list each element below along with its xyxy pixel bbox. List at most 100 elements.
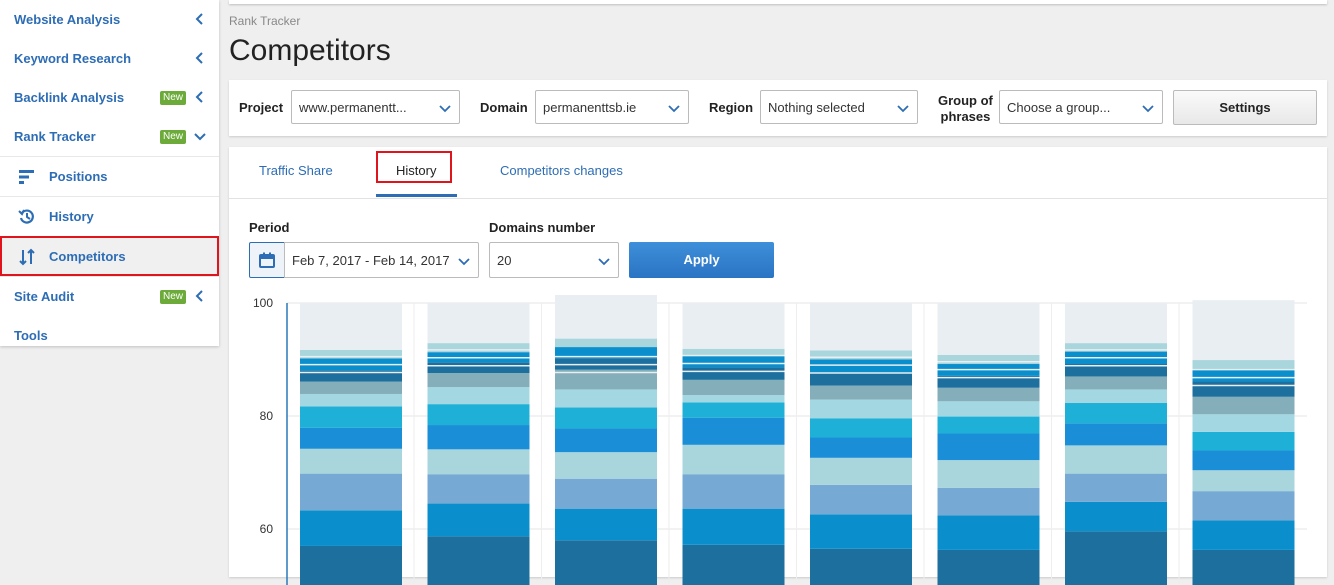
- bar-segment[interactable]: [1192, 450, 1295, 471]
- bar-segment[interactable]: [682, 544, 785, 585]
- bar-stack[interactable]: [427, 303, 530, 585]
- bar-segment[interactable]: [427, 303, 530, 344]
- bar-segment[interactable]: [1065, 445, 1167, 474]
- bar-segment[interactable]: [300, 510, 402, 546]
- bar-segment[interactable]: [1065, 376, 1167, 390]
- sidebar-item-competitors[interactable]: Competitors: [0, 236, 219, 276]
- bar-segment[interactable]: [1192, 549, 1295, 585]
- bar-segment[interactable]: [810, 418, 912, 438]
- bar-segment[interactable]: [427, 536, 530, 585]
- bar-segment[interactable]: [1192, 360, 1295, 370]
- domain-select[interactable]: permanenttsb.ie: [535, 90, 689, 124]
- breadcrumb[interactable]: Rank Tracker: [229, 14, 300, 28]
- bar-segment[interactable]: [1065, 403, 1167, 424]
- bar-segment[interactable]: [300, 427, 402, 449]
- bar-segment[interactable]: [682, 303, 785, 349]
- bar-segment[interactable]: [810, 385, 912, 400]
- nav-website-analysis[interactable]: Website Analysis: [0, 0, 219, 39]
- bar-segment[interactable]: [427, 503, 530, 537]
- bar-segment[interactable]: [1065, 423, 1167, 446]
- bar-segment[interactable]: [1192, 520, 1295, 550]
- sidebar-item-history[interactable]: History: [0, 196, 219, 236]
- bar-stack[interactable]: [682, 303, 785, 585]
- bar-segment[interactable]: [1192, 431, 1295, 451]
- bar-segment[interactable]: [810, 437, 912, 458]
- bar-segment[interactable]: [1065, 501, 1167, 532]
- domains-number-select[interactable]: 20: [489, 242, 619, 278]
- bar-segment[interactable]: [682, 356, 785, 368]
- bar-segment[interactable]: [555, 407, 657, 429]
- bar-segment[interactable]: [810, 372, 912, 386]
- bar-segment[interactable]: [427, 425, 530, 450]
- region-select[interactable]: Nothing selected: [760, 90, 918, 124]
- tab-competitors-changes[interactable]: Competitors changes: [500, 163, 623, 178]
- bar-segment[interactable]: [1065, 303, 1167, 344]
- bar-segment[interactable]: [810, 350, 912, 360]
- bar-segment[interactable]: [682, 395, 785, 403]
- nav-tools[interactable]: Tools: [0, 316, 219, 355]
- bar-segment[interactable]: [1192, 300, 1295, 361]
- bar-segment[interactable]: [937, 416, 1040, 434]
- bar-segment[interactable]: [555, 389, 657, 408]
- bar-segment[interactable]: [1065, 389, 1167, 404]
- bar-segment[interactable]: [937, 433, 1040, 461]
- bar-segment[interactable]: [427, 387, 530, 405]
- bar-segment[interactable]: [810, 399, 912, 419]
- bar-segment[interactable]: [937, 401, 1040, 417]
- bar-segment[interactable]: [300, 381, 402, 394]
- bar-segment[interactable]: [937, 354, 1040, 365]
- bar-segment[interactable]: [427, 343, 530, 353]
- bar-segment[interactable]: [937, 487, 1040, 516]
- bar-segment[interactable]: [682, 367, 785, 380]
- bar-stack[interactable]: [1065, 303, 1167, 585]
- group-select[interactable]: Choose a group...: [999, 90, 1163, 124]
- bar-segment[interactable]: [555, 338, 657, 348]
- bar-segment[interactable]: [1192, 414, 1295, 432]
- nav-site-audit[interactable]: Site Audit New: [0, 276, 219, 316]
- bar-segment[interactable]: [427, 404, 530, 426]
- bar-segment[interactable]: [682, 444, 785, 475]
- nav-rank-tracker[interactable]: Rank Tracker New: [0, 117, 219, 156]
- tab-history[interactable]: History: [396, 163, 436, 178]
- bar-segment[interactable]: [810, 359, 912, 373]
- sidebar-item-positions[interactable]: Positions: [0, 156, 219, 196]
- bar-segment[interactable]: [810, 303, 912, 351]
- bar-segment[interactable]: [1192, 369, 1295, 382]
- nav-keyword-research[interactable]: Keyword Research: [0, 39, 219, 78]
- bar-segment[interactable]: [300, 473, 402, 511]
- bar-segment[interactable]: [555, 540, 657, 585]
- bar-segment[interactable]: [300, 448, 402, 474]
- project-select[interactable]: www.permanentt...: [291, 90, 460, 124]
- bar-segment[interactable]: [937, 549, 1040, 585]
- period-select[interactable]: Feb 7, 2017 - Feb 14, 2017: [284, 242, 479, 278]
- bar-stack[interactable]: [555, 295, 657, 585]
- apply-button[interactable]: Apply: [629, 242, 774, 278]
- bar-segment[interactable]: [1192, 396, 1295, 415]
- bar-segment[interactable]: [427, 474, 530, 504]
- bar-segment[interactable]: [555, 428, 657, 453]
- bar-stack[interactable]: [300, 303, 402, 585]
- bar-segment[interactable]: [555, 508, 657, 541]
- bar-segment[interactable]: [555, 452, 657, 479]
- bar-segment[interactable]: [1065, 531, 1167, 585]
- settings-button[interactable]: Settings: [1173, 90, 1317, 125]
- bar-segment[interactable]: [300, 393, 402, 407]
- bar-segment[interactable]: [682, 402, 785, 418]
- bar-segment[interactable]: [427, 449, 530, 475]
- bar-segment[interactable]: [810, 548, 912, 585]
- bar-segment[interactable]: [1192, 491, 1295, 521]
- bar-segment[interactable]: [810, 484, 912, 515]
- bar-stack[interactable]: [937, 303, 1040, 585]
- bar-segment[interactable]: [682, 508, 785, 545]
- nav-backlink-analysis[interactable]: Backlink Analysis New: [0, 78, 219, 117]
- bar-segment[interactable]: [682, 379, 785, 396]
- bar-segment[interactable]: [300, 545, 402, 585]
- bar-segment[interactable]: [682, 417, 785, 445]
- bar-stack[interactable]: [810, 303, 912, 585]
- bar-segment[interactable]: [555, 478, 657, 509]
- bar-segment[interactable]: [300, 406, 402, 428]
- bar-segment[interactable]: [1192, 381, 1295, 397]
- bar-stack[interactable]: [1192, 300, 1295, 585]
- bar-segment[interactable]: [1192, 470, 1295, 492]
- bar-segment[interactable]: [810, 514, 912, 549]
